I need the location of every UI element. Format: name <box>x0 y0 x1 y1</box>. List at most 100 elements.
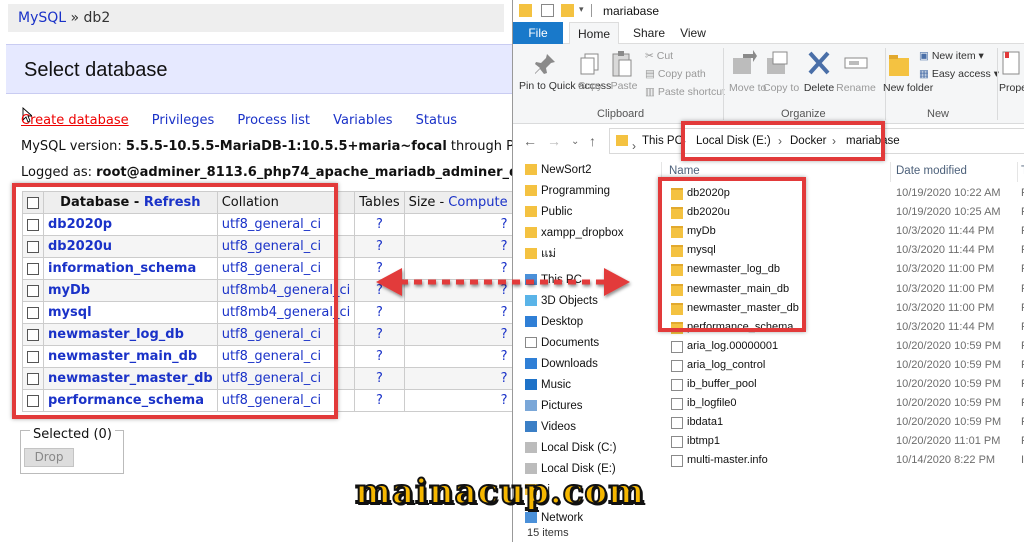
collation-link[interactable]: utf8_general_ci <box>222 327 321 342</box>
new-folder-label[interactable]: New folder <box>883 82 933 94</box>
collation-link[interactable]: utf8mb4_general_ci <box>222 283 351 298</box>
row-checkbox[interactable] <box>27 328 39 341</box>
compute-link[interactable]: Compute <box>448 195 507 210</box>
address-docker[interactable]: Docker <box>790 135 826 147</box>
database-name-link[interactable]: information_schema <box>48 261 196 276</box>
address-disk[interactable]: Local Disk (E:) <box>696 135 771 147</box>
collation-link[interactable]: utf8_general_ci <box>222 239 321 254</box>
rename-label[interactable]: Rename <box>835 82 877 94</box>
privileges-link[interactable]: Privileges <box>152 113 215 128</box>
delete-label[interactable]: Delete <box>801 82 837 94</box>
list-item[interactable]: ibtmp110/20/2020 11:01 PMF <box>665 433 1024 452</box>
address-current-folder[interactable]: mariabase <box>846 135 900 147</box>
tables-link[interactable]: ? <box>359 305 399 320</box>
up-arrow-icon[interactable]: ↑ <box>589 133 596 149</box>
list-item[interactable]: multi-master.info 10/14/2020 8:22 PM I <box>665 452 1024 471</box>
tab-home[interactable]: Home <box>569 22 619 44</box>
nav-item[interactable]: Local Disk (C:) <box>525 438 616 458</box>
list-item[interactable]: db2020u10/19/2020 10:25 AMF <box>665 204 1024 223</box>
list-item[interactable]: newmaster_main_db10/3/2020 11:00 PMF <box>665 281 1024 300</box>
nav-item[interactable]: แม่ <box>525 244 556 264</box>
row-checkbox[interactable] <box>27 218 39 231</box>
tables-link[interactable]: ? <box>359 349 399 364</box>
refresh-link[interactable]: Refresh <box>144 195 201 210</box>
list-item[interactable]: aria_log_control10/20/2020 10:59 PMF <box>665 357 1024 376</box>
nav-item[interactable]: Videos <box>525 417 576 437</box>
collation-link[interactable]: utf8_general_ci <box>222 371 321 386</box>
copy-label[interactable]: Copy <box>575 80 605 92</box>
nav-item[interactable]: Music <box>525 375 571 395</box>
paste-icon[interactable] <box>611 50 633 78</box>
pin-icon[interactable] <box>533 52 557 76</box>
move-to-label[interactable]: Move to <box>729 82 766 94</box>
nav-item[interactable]: Documents <box>525 333 599 353</box>
tables-link[interactable]: ? <box>359 217 399 232</box>
paste-label[interactable]: Paste <box>609 80 639 92</box>
database-name-link[interactable]: mysql <box>48 305 92 320</box>
list-item[interactable]: ib_buffer_pool10/20/2020 10:59 PMF <box>665 376 1024 395</box>
properties-ribbon-icon[interactable] <box>1001 50 1021 76</box>
recent-dropdown-icon[interactable]: ⌄ <box>571 136 579 147</box>
cut-button[interactable]: ✂ Cut <box>645 50 673 62</box>
new-folder-icon[interactable] <box>561 4 574 17</box>
nav-item[interactable]: Desktop <box>525 312 583 332</box>
list-item[interactable]: newmaster_log_db10/3/2020 11:00 PMF <box>665 261 1024 280</box>
row-checkbox[interactable] <box>27 262 39 275</box>
back-arrow-icon[interactable]: ← <box>523 133 537 149</box>
pin-label[interactable]: Pin to Quick access <box>519 80 611 92</box>
paste-shortcut-button[interactable]: ▥ Paste shortcut <box>645 86 725 98</box>
copy-to-label[interactable]: Copy to <box>763 82 799 94</box>
database-name-link[interactable]: newmaster_master_db <box>48 371 213 386</box>
forward-arrow-icon[interactable]: → <box>547 133 561 149</box>
copy-path-button[interactable]: ▤ Copy path <box>645 68 706 80</box>
easy-access-button[interactable]: ▦ Easy access ▾ <box>919 68 999 80</box>
status-link[interactable]: Status <box>416 113 457 128</box>
nav-item[interactable]: Pictures <box>525 396 583 416</box>
tables-link[interactable]: ? <box>359 371 399 386</box>
breadcrumb-mysql-link[interactable]: MySQL <box>18 10 66 26</box>
nav-item[interactable]: Programming <box>525 181 610 201</box>
row-checkbox[interactable] <box>27 372 39 385</box>
tab-share[interactable]: Share <box>625 22 673 44</box>
address-bar[interactable]: › This PC › Local Disk (E:) › Docker › m… <box>609 128 1024 154</box>
tables-link[interactable]: ? <box>359 327 399 342</box>
nav-item[interactable]: Public <box>525 202 572 222</box>
list-item[interactable]: newmaster_master_db10/3/2020 11:00 PMF <box>665 300 1024 319</box>
customize-dropdown-icon[interactable]: ▾ <box>579 4 588 17</box>
database-name-link[interactable]: newmaster_log_db <box>48 327 184 342</box>
collation-link[interactable]: utf8_general_ci <box>222 349 321 364</box>
move-to-icon[interactable] <box>731 50 757 78</box>
list-item[interactable]: myDb10/3/2020 11:44 PMF <box>665 223 1024 242</box>
tables-link[interactable]: ? <box>359 393 399 408</box>
properties-label[interactable]: Prope <box>999 82 1024 94</box>
new-folder-ribbon-icon[interactable] <box>887 50 911 78</box>
list-item[interactable]: db2020p10/19/2020 10:22 AMF <box>665 185 1024 204</box>
name-column-header[interactable]: Name <box>669 165 700 177</box>
delete-icon[interactable] <box>807 50 831 76</box>
collation-link[interactable]: utf8mb4_general_ci <box>222 305 351 320</box>
date-column-header[interactable]: Date modified <box>896 165 967 177</box>
new-item-button[interactable]: ▣ New item ▾ <box>919 50 984 62</box>
collation-link[interactable]: utf8_general_ci <box>222 393 321 408</box>
database-name-link[interactable]: performance_schema <box>48 393 204 408</box>
row-checkbox[interactable] <box>27 394 39 407</box>
create-database-link[interactable]: Create database <box>21 113 129 128</box>
row-checkbox[interactable] <box>27 350 39 363</box>
nav-item[interactable]: Downloads <box>525 354 598 374</box>
collation-link[interactable]: utf8_general_ci <box>222 217 321 232</box>
collation-link[interactable]: utf8_general_ci <box>222 261 321 276</box>
database-name-link[interactable]: myDb <box>48 283 90 298</box>
list-item[interactable]: ibdata110/20/2020 10:59 PMF <box>665 414 1024 433</box>
select-all-checkbox[interactable] <box>27 196 39 209</box>
nav-item[interactable]: xampp_dropbox <box>525 223 623 243</box>
nav-item[interactable]: NewSort2 <box>525 160 592 180</box>
process-list-link[interactable]: Process list <box>237 113 310 128</box>
database-name-link[interactable]: db2020p <box>48 217 112 232</box>
address-this-pc[interactable]: This PC <box>642 135 683 147</box>
drop-button[interactable]: Drop <box>24 448 74 467</box>
tab-view[interactable]: View <box>671 22 715 44</box>
row-checkbox[interactable] <box>27 306 39 319</box>
variables-link[interactable]: Variables <box>333 113 392 128</box>
properties-icon[interactable] <box>541 4 554 17</box>
list-item[interactable]: ib_logfile010/20/2020 10:59 PMF <box>665 395 1024 414</box>
